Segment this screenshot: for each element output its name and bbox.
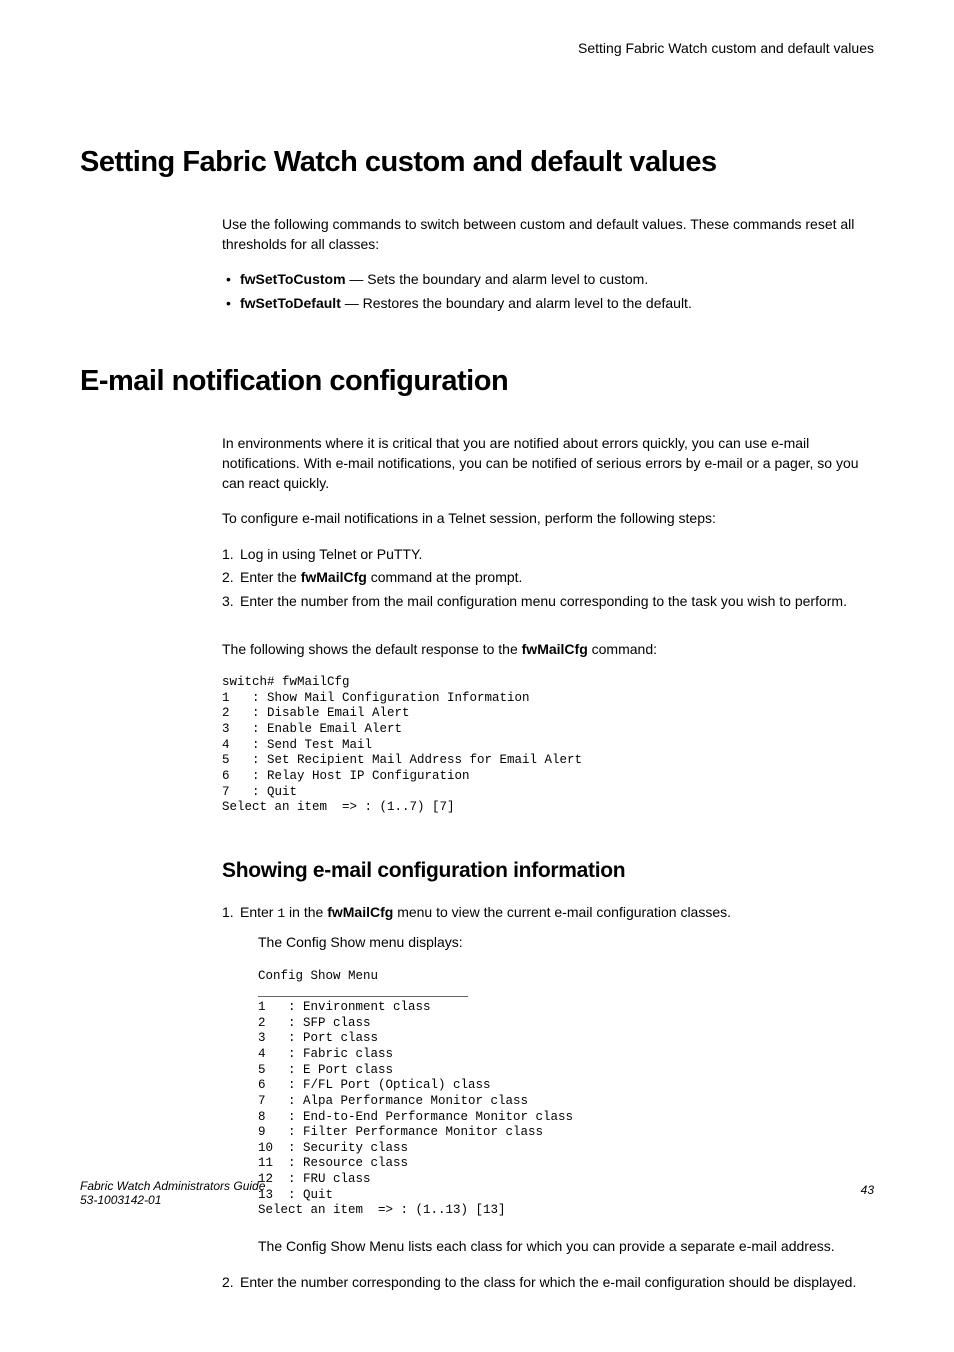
- email-steps-intro: To configure e-mail notifications in a T…: [222, 509, 874, 529]
- command-name: fwMailCfg: [522, 641, 588, 657]
- email-intro-paragraph: In environments where it is critical tha…: [222, 434, 874, 493]
- step-text: Log in using Telnet or PuTTY.: [240, 546, 422, 562]
- step-number: 3.: [222, 592, 234, 612]
- footer-docnum: 53-1003142-01: [80, 1193, 874, 1207]
- showing-steps-list: 1. Enter 1 in the fwMailCfg menu to view…: [222, 903, 874, 1292]
- step-text: Enter: [240, 904, 277, 920]
- code-block-fwmailcfg: switch# fwMailCfg 1 : Show Mail Configur…: [222, 675, 874, 816]
- step-number: 2.: [222, 568, 234, 588]
- step-number: 2.: [222, 1273, 234, 1293]
- command-name: fwMailCfg: [327, 904, 393, 920]
- step-item: 3. Enter the number from the mail config…: [222, 592, 874, 612]
- heading-email-notification: E-mail notification configuration: [80, 365, 874, 398]
- sub-paragraph: The Config Show menu displays:: [258, 933, 874, 953]
- text-span: The following shows the default response…: [222, 641, 522, 657]
- footer-title: Fabric Watch Administrators Guide: [80, 1179, 874, 1193]
- command-name: fwSetToCustom: [240, 271, 346, 287]
- step-text: in the: [285, 904, 327, 920]
- step-text: menu to view the current e-mail configur…: [393, 904, 731, 920]
- step-text: Enter the number corresponding to the cl…: [240, 1274, 856, 1290]
- step-text: Enter the number from the mail configura…: [240, 593, 847, 609]
- command-name: fwMailCfg: [301, 569, 367, 585]
- step-number: 1.: [222, 545, 234, 565]
- email-steps-list: 1. Log in using Telnet or PuTTY. 2. Ente…: [222, 545, 874, 612]
- heading-showing-email-config: Showing e-mail configuration information: [222, 856, 874, 885]
- bullet-desc: — Restores the boundary and alarm level …: [341, 295, 692, 311]
- command-name: fwSetToDefault: [240, 295, 341, 311]
- command-bullet-list: fwSetToCustom — Sets the boundary and al…: [222, 270, 874, 313]
- page-number: 43: [861, 1183, 874, 1197]
- bullet-item: fwSetToDefault — Restores the boundary a…: [222, 294, 874, 314]
- step-text: command at the prompt.: [367, 569, 523, 585]
- intro-paragraph: Use the following commands to switch bet…: [222, 215, 874, 254]
- page-footer: Fabric Watch Administrators Guide 53-100…: [80, 1179, 874, 1207]
- step-item: 2. Enter the fwMailCfg command at the pr…: [222, 568, 874, 588]
- running-header: Setting Fabric Watch custom and default …: [80, 40, 874, 56]
- step-item: 2. Enter the number corresponding to the…: [222, 1273, 874, 1293]
- code-intro: The following shows the default response…: [222, 640, 874, 660]
- sub-paragraph: The Config Show Menu lists each class fo…: [258, 1237, 874, 1257]
- step-item: 1. Log in using Telnet or PuTTY.: [222, 545, 874, 565]
- bullet-desc: — Sets the boundary and alarm level to c…: [346, 271, 649, 287]
- text-span: command:: [588, 641, 657, 657]
- step-text: Enter the: [240, 569, 301, 585]
- inline-code: 1: [277, 906, 285, 921]
- bullet-item: fwSetToCustom — Sets the boundary and al…: [222, 270, 874, 290]
- step-number: 1.: [222, 903, 234, 923]
- heading-setting-fabric-watch: Setting Fabric Watch custom and default …: [80, 146, 874, 179]
